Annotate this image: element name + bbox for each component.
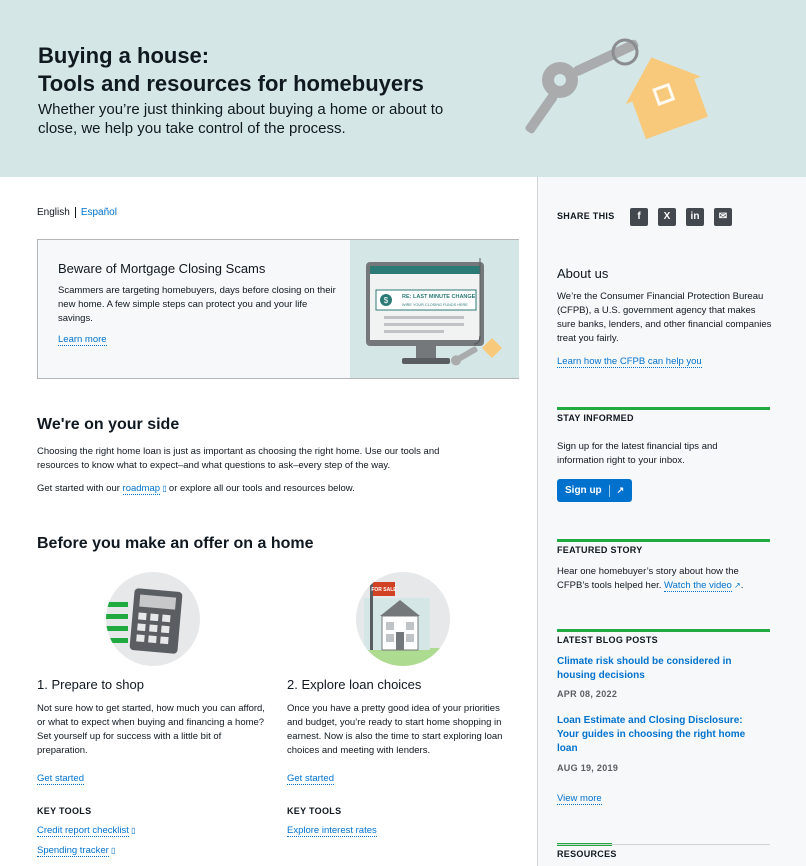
about-heading: About us xyxy=(557,266,609,281)
spending-tracker-link[interactable]: Spending tracker xyxy=(37,845,109,857)
about-learn-link[interactable]: Learn how the CFPB can help you xyxy=(557,356,702,368)
blog-post-2-link[interactable]: Loan Estimate and Closing Disclosure: Yo… xyxy=(557,714,767,756)
house-icon: FOR SALE xyxy=(356,576,450,666)
blog-rule xyxy=(557,629,770,632)
email-icon[interactable]: ✉ xyxy=(714,208,732,226)
computer-monitor-icon: $ RE: LAST MINUTE CHANGE WIRE YOUR CLOSI… xyxy=(366,258,502,366)
step-1-body: Not sure how to get started, how much yo… xyxy=(37,703,265,756)
screen-body: WIRE YOUR CLOSING FUNDS HERE xyxy=(402,303,468,307)
stay-informed-rule xyxy=(557,407,770,410)
signup-button[interactable]: Sign up ↗ xyxy=(557,479,633,502)
on-your-side-heading: We're on your side xyxy=(37,416,180,433)
step-2-get-started-link[interactable]: Get started xyxy=(287,773,334,785)
hero-lead: Whether you’re just thinking about buyin… xyxy=(38,101,444,137)
screen-subject: RE: LAST MINUTE CHANGE xyxy=(402,294,476,300)
page-title: Buying a house: Tools and resources for … xyxy=(38,42,424,98)
external-link-icon: ↗ xyxy=(731,581,741,590)
watch-video-link[interactable]: Watch the video xyxy=(664,580,732,592)
view-more-link[interactable]: View more xyxy=(557,793,602,805)
about-body: We’re the Consumer Financial Protection … xyxy=(557,291,772,344)
featured-heading: FEATURED STORY xyxy=(557,545,643,555)
page-title-line1: Buying a house: xyxy=(38,43,210,68)
featured-body: Hear one homebuyer’s story about how the… xyxy=(557,566,744,592)
roadmap-text-post: or explore all our tools and resources b… xyxy=(168,483,355,494)
step-prepare-to-shop: 1. Prepare to shop Not sure how to get s… xyxy=(37,677,267,857)
blog-post-1-date: APR 08, 2022 xyxy=(557,689,618,699)
x-icon[interactable]: X xyxy=(658,208,676,226)
roadmap-text: Get started with our roadmap ▯ or explor… xyxy=(37,482,467,496)
calculator-illustration xyxy=(106,572,200,666)
language-switcher: English Español xyxy=(37,207,117,218)
roadmap-text-pre: Get started with our xyxy=(37,483,120,494)
blog-post-1-link[interactable]: Climate risk should be considered in hou… xyxy=(557,655,757,683)
step-2-heading: 2. Explore loan choices xyxy=(287,677,422,692)
linkedin-icon[interactable]: in xyxy=(686,208,704,226)
step-2-key-tools-label: KEY TOOLS xyxy=(287,806,342,816)
alert-body: Scammers are targeting homebuyers, days … xyxy=(58,285,336,324)
credit-report-checklist-link[interactable]: Credit report checklist xyxy=(37,825,129,837)
pdf-icon: ▯ xyxy=(160,484,169,493)
facebook-icon[interactable]: f xyxy=(630,208,648,226)
scam-alert-card: Beware of Mortgage Closing Scams Scammer… xyxy=(37,239,519,379)
share-icons: f X in ✉ xyxy=(630,208,732,226)
scam-illustration: $ RE: LAST MINUTE CHANGE WIRE YOUR CLOSI… xyxy=(350,240,519,378)
house-for-sale-illustration: FOR SALE xyxy=(356,572,450,666)
pdf-icon: ▯ xyxy=(128,826,136,835)
step-1-key-tools-label: KEY TOOLS xyxy=(37,806,92,816)
before-offer-heading: Before you make an offer on a home xyxy=(37,535,314,552)
button-divider xyxy=(608,484,610,497)
blog-heading: LATEST BLOG POSTS xyxy=(557,635,658,645)
resources-heading: RESOURCES xyxy=(557,849,617,859)
keys-house-illustration xyxy=(525,38,708,140)
calculator-icon xyxy=(106,588,183,654)
language-current: English xyxy=(37,207,70,219)
external-link-icon: ↗ xyxy=(616,485,625,495)
divider xyxy=(557,844,770,845)
roadmap-link[interactable]: roadmap xyxy=(122,483,161,495)
stay-informed-body: Sign up for the latest financial tips an… xyxy=(557,441,718,466)
blog-post-2-date: AUG 19, 2019 xyxy=(557,763,619,773)
step-1-heading: 1. Prepare to shop xyxy=(37,677,144,692)
page-title-line2: Tools and resources for homebuyers xyxy=(38,71,424,96)
step-explore-loan-choices: 2. Explore loan choices Once you have a … xyxy=(287,677,517,837)
sidebar: SHARE THIS f X in ✉ About us We’re the C… xyxy=(537,177,806,866)
alert-learn-more-link[interactable]: Learn more xyxy=(58,334,107,346)
hero-banner: Buying a house: Tools and resources for … xyxy=(0,0,806,177)
alert-title: Beware of Mortgage Closing Scams xyxy=(58,261,266,276)
explore-interest-rates-link[interactable]: Explore interest rates xyxy=(287,825,377,837)
stay-informed-heading: STAY INFORMED xyxy=(557,413,634,423)
signup-label: Sign up xyxy=(565,485,602,496)
on-your-side-text: Choosing the right home loan is just as … xyxy=(37,446,440,471)
language-spanish-link[interactable]: Español xyxy=(81,207,117,218)
step-2-body: Once you have a pretty good idea of your… xyxy=(287,703,503,756)
pdf-icon: ▯ xyxy=(108,846,116,855)
for-sale-sign: FOR SALE xyxy=(371,587,397,593)
featured-rule xyxy=(557,539,770,542)
step-1-get-started-link[interactable]: Get started xyxy=(37,773,84,785)
dollar-icon: $ xyxy=(384,296,389,305)
share-label: SHARE THIS xyxy=(557,211,615,221)
